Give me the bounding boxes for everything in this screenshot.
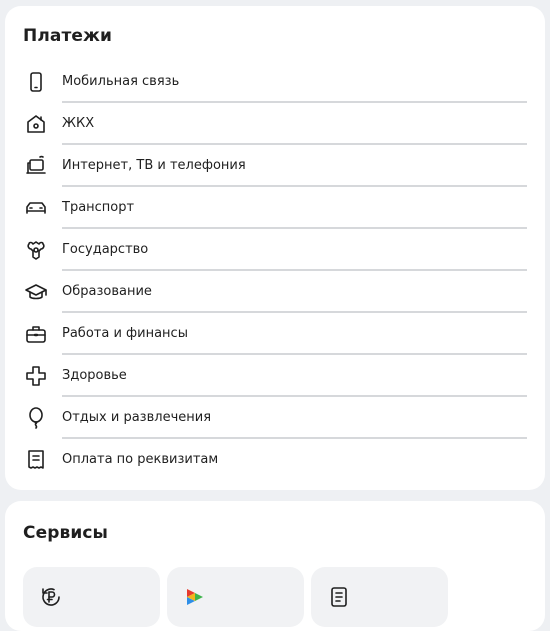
payment-item-label: Работа и финансы [62,326,188,341]
phone-icon [24,70,48,94]
payment-item-label: Государство [62,242,149,257]
color-arrows-icon [183,585,207,609]
payment-item-by-details[interactable]: Оплата по реквизитам [5,439,545,481]
laptop-icon [24,154,48,178]
medical-cross-icon [24,364,48,388]
payments-card: Платежи Мобильная связь ЖКХ Интернет, ТВ… [5,6,545,490]
coat-of-arms-icon [24,238,48,262]
payment-item-internet[interactable]: Интернет, ТВ и телефония [5,145,545,187]
payments-list: Мобильная связь ЖКХ Интернет, ТВ и телеф… [5,61,545,481]
payment-item-utilities[interactable]: ЖКХ [5,103,545,145]
payment-item-education[interactable]: Образование [5,271,545,313]
house-icon [24,112,48,136]
car-icon [24,196,48,220]
payment-item-label: Здоровье [62,368,127,383]
receipt-icon [327,585,351,609]
services-title: Сервисы [23,523,108,543]
payment-item-label: Мобильная связь [62,74,180,89]
service-tile-autopayment[interactable] [23,567,160,627]
payment-item-leisure[interactable]: Отдых и развлечения [5,397,545,439]
payment-item-label: Интернет, ТВ и телефония [62,158,246,173]
service-tile-receipts[interactable] [311,567,448,627]
service-tile-arrows[interactable] [167,567,304,627]
payment-item-label: Образование [62,284,152,299]
payment-item-mobile[interactable]: Мобильная связь [5,61,545,103]
payment-item-health[interactable]: Здоровье [5,355,545,397]
briefcase-icon [24,322,48,346]
payment-item-label: ЖКХ [62,116,95,131]
payment-item-work-finance[interactable]: Работа и финансы [5,313,545,355]
payment-item-transport[interactable]: Транспорт [5,187,545,229]
payments-title: Платежи [23,26,113,46]
ruble-refresh-icon [39,585,63,609]
graduation-cap-icon [24,280,48,304]
payment-item-label: Оплата по реквизитам [62,452,219,467]
balloon-icon [24,406,48,430]
document-icon [24,448,48,472]
payment-item-label: Транспорт [62,200,135,215]
payment-item-label: Отдых и развлечения [62,410,212,425]
payment-item-government[interactable]: Государство [5,229,545,271]
